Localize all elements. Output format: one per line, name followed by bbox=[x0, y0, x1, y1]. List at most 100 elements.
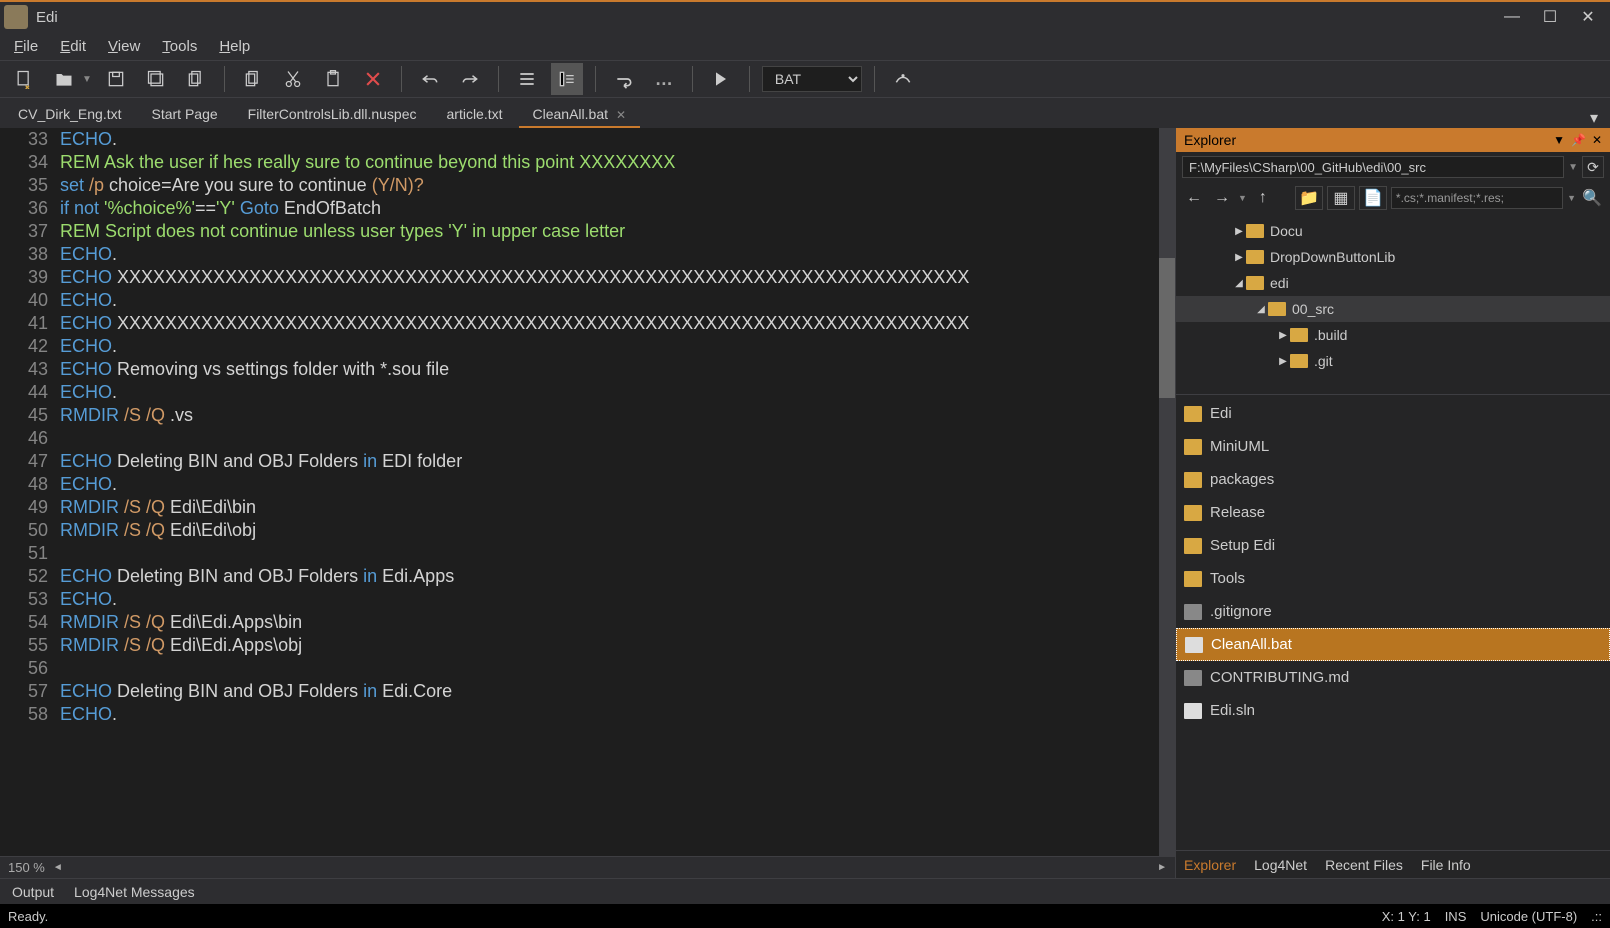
code-line[interactable]: 53ECHO. bbox=[0, 588, 1175, 611]
open-button[interactable] bbox=[48, 63, 80, 95]
code-line[interactable]: 47ECHO Deleting BIN and OBJ Folders in E… bbox=[0, 450, 1175, 473]
code-line[interactable]: 49RMDIR /S /Q Edi\Edi\bin bbox=[0, 496, 1175, 519]
code-area[interactable]: 33ECHO.34REM Ask the user if hes really … bbox=[0, 128, 1175, 856]
save-all-button[interactable] bbox=[140, 63, 172, 95]
dropdown-icon[interactable]: ▼ bbox=[1553, 133, 1565, 147]
code-line[interactable]: 40ECHO. bbox=[0, 289, 1175, 312]
forward-button[interactable]: → bbox=[1210, 186, 1234, 210]
code-line[interactable]: 33ECHO. bbox=[0, 128, 1175, 151]
maximize-button[interactable]: ☐ bbox=[1540, 7, 1560, 27]
back-button[interactable]: ← bbox=[1182, 186, 1206, 210]
bottom-tab-0[interactable]: Explorer bbox=[1184, 857, 1236, 873]
file-item[interactable]: Edi bbox=[1176, 397, 1610, 430]
file-item[interactable]: Tools bbox=[1176, 562, 1610, 595]
code-line[interactable]: 39ECHO XXXXXXXXXXXXXXXXXXXXXXXXXXXXXXXXX… bbox=[0, 266, 1175, 289]
file-item[interactable]: MiniUML bbox=[1176, 430, 1610, 463]
code-line[interactable]: 48ECHO. bbox=[0, 473, 1175, 496]
copy-button[interactable] bbox=[237, 63, 269, 95]
line-numbers-button[interactable] bbox=[551, 63, 583, 95]
bottom-tab-1[interactable]: Log4Net bbox=[1254, 857, 1307, 873]
file-item[interactable]: packages bbox=[1176, 463, 1610, 496]
code-line[interactable]: 45RMDIR /S /Q .vs bbox=[0, 404, 1175, 427]
tree-item[interactable]: ▶DropDownButtonLib bbox=[1176, 244, 1610, 270]
code-line[interactable]: 43ECHO Removing vs settings folder with … bbox=[0, 358, 1175, 381]
code-line[interactable]: 41ECHO XXXXXXXXXXXXXXXXXXXXXXXXXXXXXXXXX… bbox=[0, 312, 1175, 335]
tab-close-icon[interactable]: ✕ bbox=[616, 108, 626, 122]
more-button[interactable]: … bbox=[648, 63, 680, 95]
delete-button[interactable] bbox=[357, 63, 389, 95]
detail-view-button[interactable]: 📄 bbox=[1359, 186, 1387, 210]
tab-1[interactable]: Start Page bbox=[137, 102, 231, 128]
tab-3[interactable]: article.txt bbox=[433, 102, 517, 128]
minimize-button[interactable]: — bbox=[1502, 7, 1522, 27]
filter-input[interactable] bbox=[1391, 187, 1563, 209]
bottom-tab-3[interactable]: File Info bbox=[1421, 857, 1471, 873]
tree-item[interactable]: ▶.build bbox=[1176, 322, 1610, 348]
close-button[interactable]: ✕ bbox=[1578, 7, 1598, 27]
code-line[interactable]: 56 bbox=[0, 657, 1175, 680]
path-input[interactable] bbox=[1182, 156, 1564, 178]
code-line[interactable]: 42ECHO. bbox=[0, 335, 1175, 358]
bottom-tab-2[interactable]: Recent Files bbox=[1325, 857, 1403, 873]
code-line[interactable]: 58ECHO. bbox=[0, 703, 1175, 726]
settings-button[interactable] bbox=[887, 63, 919, 95]
file-item[interactable]: Edi.sln bbox=[1176, 694, 1610, 727]
code-line[interactable]: 51 bbox=[0, 542, 1175, 565]
undo-button[interactable] bbox=[414, 63, 446, 95]
code-line[interactable]: 46 bbox=[0, 427, 1175, 450]
menu-tools[interactable]: Tools bbox=[152, 36, 207, 57]
folder-view-button[interactable]: 📁 bbox=[1295, 186, 1323, 210]
code-line[interactable]: 35set /p choice=Are you sure to continue… bbox=[0, 174, 1175, 197]
file-item[interactable]: CleanAll.bat bbox=[1176, 628, 1610, 661]
redo-button[interactable] bbox=[454, 63, 486, 95]
tree-item[interactable]: ▶.git bbox=[1176, 348, 1610, 374]
lines-button[interactable] bbox=[511, 63, 543, 95]
code-line[interactable]: 34REM Ask the user if hes really sure to… bbox=[0, 151, 1175, 174]
new-file-button[interactable] bbox=[8, 63, 40, 95]
horizontal-scrollbar[interactable] bbox=[67, 862, 1153, 874]
paste-button[interactable] bbox=[317, 63, 349, 95]
tab-4[interactable]: CleanAll.bat✕ bbox=[519, 102, 641, 128]
explorer-title-bar[interactable]: Explorer ▼ 📌 ✕ bbox=[1176, 128, 1610, 152]
refresh-button[interactable]: ⟳ bbox=[1582, 156, 1604, 178]
code-line[interactable]: 50RMDIR /S /Q Edi\Edi\obj bbox=[0, 519, 1175, 542]
output-tab-1[interactable]: Log4Net Messages bbox=[66, 882, 203, 902]
tab-overflow-icon[interactable]: ▾ bbox=[1582, 108, 1606, 128]
code-line[interactable]: 37REM Script does not continue unless us… bbox=[0, 220, 1175, 243]
vertical-scrollbar[interactable] bbox=[1159, 128, 1175, 856]
close-panel-icon[interactable]: ✕ bbox=[1592, 133, 1602, 147]
menu-view[interactable]: View bbox=[98, 36, 150, 57]
up-button[interactable]: ↑ bbox=[1251, 186, 1275, 210]
file-list[interactable]: EdiMiniUMLpackagesReleaseSetup EdiTools.… bbox=[1176, 394, 1610, 850]
file-item[interactable]: CONTRIBUTING.md bbox=[1176, 661, 1610, 694]
search-icon[interactable]: 🔍 bbox=[1580, 188, 1604, 208]
save-button[interactable] bbox=[100, 63, 132, 95]
code-line[interactable]: 57ECHO Deleting BIN and OBJ Folders in E… bbox=[0, 680, 1175, 703]
zoom-level[interactable]: 150 % bbox=[8, 860, 45, 875]
file-item[interactable]: .gitignore bbox=[1176, 595, 1610, 628]
status-ctrl[interactable]: .:: bbox=[1591, 909, 1602, 924]
tab-2[interactable]: FilterControlsLib.dll.nuspec bbox=[234, 102, 431, 128]
code-line[interactable]: 55RMDIR /S /Q Edi\Edi.Apps\obj bbox=[0, 634, 1175, 657]
code-line[interactable]: 38ECHO. bbox=[0, 243, 1175, 266]
tab-0[interactable]: CV_Dirk_Eng.txt bbox=[4, 102, 135, 128]
file-item[interactable]: Release bbox=[1176, 496, 1610, 529]
tree-item[interactable]: ▶Docu bbox=[1176, 218, 1610, 244]
folder-tree[interactable]: ▶Docu▶DropDownButtonLib◢edi◢00_src▶.buil… bbox=[1176, 214, 1610, 394]
code-line[interactable]: 54RMDIR /S /Q Edi\Edi.Apps\bin bbox=[0, 611, 1175, 634]
run-button[interactable] bbox=[705, 63, 737, 95]
list-view-button[interactable]: ▦ bbox=[1327, 186, 1355, 210]
syntax-select[interactable]: BAT bbox=[762, 66, 862, 92]
code-line[interactable]: 44ECHO. bbox=[0, 381, 1175, 404]
menu-file[interactable]: File bbox=[4, 36, 48, 57]
menu-edit[interactable]: Edit bbox=[50, 36, 96, 57]
tree-item[interactable]: ◢00_src bbox=[1176, 296, 1610, 322]
menu-help[interactable]: Help bbox=[209, 36, 260, 57]
pin-icon[interactable]: 📌 bbox=[1571, 133, 1586, 147]
copy-all-button[interactable] bbox=[180, 63, 212, 95]
tree-item[interactable]: ◢edi bbox=[1176, 270, 1610, 296]
output-tab-0[interactable]: Output bbox=[4, 882, 62, 902]
wrap-button[interactable] bbox=[608, 63, 640, 95]
cut-button[interactable] bbox=[277, 63, 309, 95]
file-item[interactable]: Setup Edi bbox=[1176, 529, 1610, 562]
